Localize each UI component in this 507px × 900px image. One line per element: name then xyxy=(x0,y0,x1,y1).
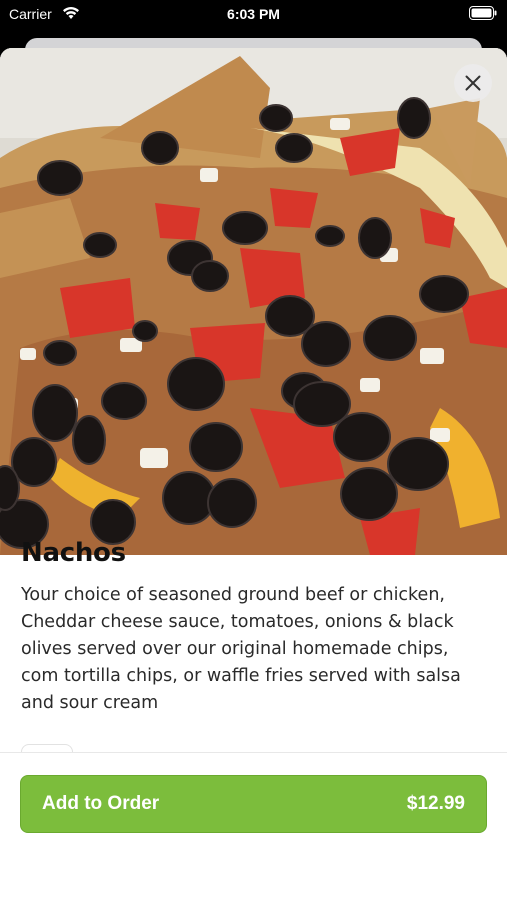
add-to-order-button[interactable]: Add to Order $12.99 xyxy=(20,775,487,833)
item-description: Your choice of seasoned ground beef or c… xyxy=(21,585,461,713)
status-bar: Carrier 6:03 PM xyxy=(0,0,507,30)
clock: 6:03 PM xyxy=(227,6,280,22)
footer-bar: Add to Order $12.99 xyxy=(0,752,507,852)
item-photo xyxy=(0,48,507,555)
close-icon xyxy=(465,75,481,91)
item-title: Nachos xyxy=(21,538,126,568)
add-to-order-label: Add to Order xyxy=(42,793,160,814)
battery-icon xyxy=(469,6,497,25)
item-price: $12.99 xyxy=(406,793,465,814)
item-info: Nachos Your choice of seasoned ground be… xyxy=(21,538,487,717)
close-button[interactable] xyxy=(454,64,492,102)
